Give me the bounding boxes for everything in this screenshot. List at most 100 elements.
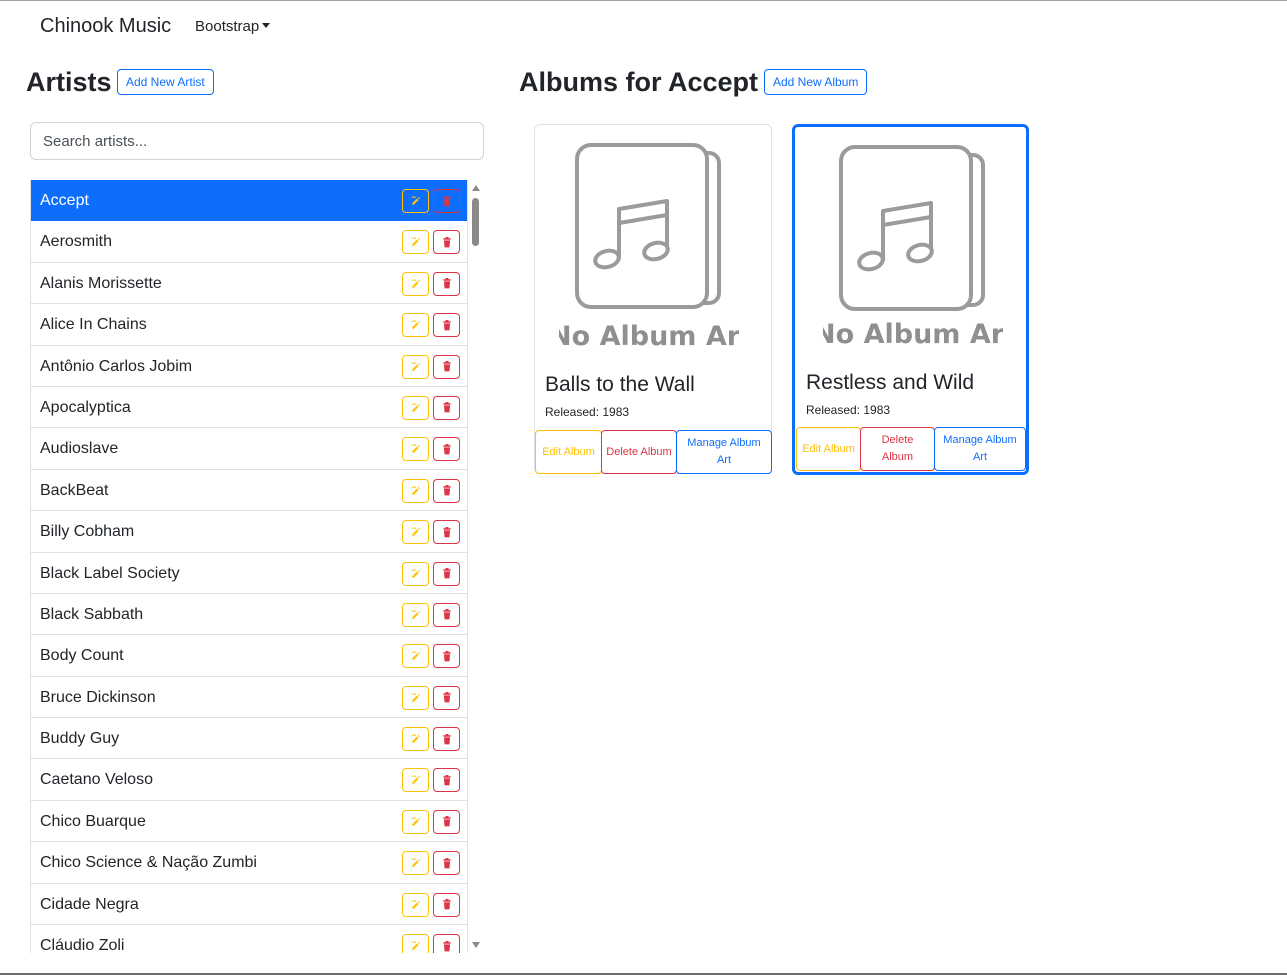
artist-list-item[interactable]: Chico Buarque <box>31 801 467 843</box>
delete-artist-button[interactable] <box>433 934 460 953</box>
edit-artist-button[interactable] <box>402 354 429 379</box>
no-album-art-image: No Album Art <box>823 145 1003 350</box>
trash-icon <box>442 733 452 745</box>
trash-icon <box>442 319 452 331</box>
edit-artist-button[interactable] <box>402 727 429 752</box>
bootstrap-dropdown-label: Bootstrap <box>195 18 260 35</box>
delete-artist-button[interactable] <box>433 354 460 379</box>
edit-artist-button[interactable] <box>402 561 429 586</box>
delete-artist-button[interactable] <box>433 230 460 255</box>
edit-artist-button[interactable] <box>402 768 429 793</box>
artist-name: Audioslave <box>40 440 119 458</box>
edit-artist-button[interactable] <box>402 437 429 462</box>
artist-list-item[interactable]: Alanis Morissette <box>31 263 467 305</box>
edit-artist-button[interactable] <box>402 851 429 876</box>
artist-list-item[interactable]: Antônio Carlos Jobim <box>31 346 467 387</box>
delete-artist-button[interactable] <box>433 727 460 752</box>
edit-artist-button[interactable] <box>402 892 429 917</box>
albums-heading: Albums for Accept <box>519 67 759 97</box>
delete-artist-button[interactable] <box>433 437 460 462</box>
edit-artist-button[interactable] <box>402 602 429 627</box>
artist-list-item[interactable]: Buddy Guy <box>31 718 467 760</box>
delete-artist-button[interactable] <box>433 313 460 338</box>
edit-artist-button[interactable] <box>402 189 429 213</box>
brand-link[interactable]: Chinook Music <box>40 15 171 38</box>
edit-artist-button[interactable] <box>402 685 429 710</box>
artist-list-item[interactable]: Alice In Chains <box>31 304 467 346</box>
album-card-selected[interactable]: No Album Art Restless and Wild Released:… <box>792 124 1029 475</box>
delete-album-button[interactable]: Delete Album <box>601 430 677 474</box>
artist-name: Apocalyptica <box>40 398 131 416</box>
delete-artist-button[interactable] <box>433 644 460 669</box>
trash-icon <box>442 692 452 703</box>
edit-artist-button[interactable] <box>402 520 429 545</box>
delete-artist-button[interactable] <box>433 478 460 503</box>
edit-icon <box>411 527 421 537</box>
edit-artist-button[interactable] <box>402 271 429 296</box>
artist-list-item[interactable]: Body Count <box>31 635 467 677</box>
artist-name: Bruce Dickinson <box>40 688 156 706</box>
artist-list-item[interactable]: Black Label Society <box>31 553 467 594</box>
add-artist-button[interactable]: Add New Artist <box>117 69 214 95</box>
artist-list-item[interactable]: Black Sabbath <box>31 594 467 636</box>
delete-artist-button[interactable] <box>433 809 460 834</box>
trash-icon <box>442 816 452 827</box>
delete-artist-button[interactable] <box>433 892 460 917</box>
manage-album-art-button[interactable]: Manage Album Art <box>676 430 772 474</box>
edit-artist-button[interactable] <box>402 934 429 953</box>
artist-name: Black Label Society <box>40 564 180 582</box>
edit-artist-button[interactable] <box>402 230 429 255</box>
no-album-art-text: No Album Art <box>559 321 739 352</box>
edit-artist-button[interactable] <box>402 478 429 503</box>
artist-list-item[interactable]: BackBeat <box>31 470 467 512</box>
scroll-down-arrow-icon[interactable] <box>472 942 480 948</box>
trash-icon <box>442 609 452 620</box>
scroll-up-arrow-icon[interactable] <box>472 185 480 191</box>
edit-album-button[interactable]: Edit Album <box>796 427 861 471</box>
artist-list-item[interactable]: Caetano Veloso <box>31 759 467 801</box>
add-album-button[interactable]: Add New Album <box>764 69 868 95</box>
delete-artist-button[interactable] <box>433 685 460 710</box>
trash-icon <box>442 857 452 869</box>
delete-album-button[interactable]: Delete Album <box>860 427 935 471</box>
edit-artist-button[interactable] <box>402 313 429 338</box>
delete-artist-button[interactable] <box>433 395 460 420</box>
artist-list-item[interactable]: Aerosmith <box>31 221 467 263</box>
artist-list-item[interactable]: Audioslave <box>31 428 467 470</box>
edit-icon <box>411 734 421 744</box>
no-album-art-image: No Album Art <box>559 143 739 352</box>
artist-list-item-selected[interactable]: Accept <box>31 180 467 222</box>
manage-album-art-button[interactable]: Manage Album Art <box>934 427 1026 471</box>
delete-artist-button[interactable] <box>433 851 460 876</box>
edit-artist-button[interactable] <box>402 809 429 834</box>
artist-name: Body Count <box>40 647 124 665</box>
delete-artist-button[interactable] <box>433 271 460 296</box>
artist-list: Accept Aerosmith Alanis Morissette Alice In… <box>30 180 468 953</box>
artist-name: Alice In Chains <box>40 316 147 334</box>
album-released: Released: 1983 <box>806 403 891 417</box>
artist-list-item[interactable]: Cláudio Zoli <box>31 925 467 953</box>
album-card[interactable]: No Album Art Balls to the Wall Released:… <box>534 124 772 474</box>
artist-list-scrollbar[interactable] <box>468 180 484 953</box>
scrollbar-thumb[interactable] <box>472 198 479 246</box>
delete-artist-button[interactable] <box>433 189 460 213</box>
edit-album-button[interactable]: Edit Album <box>535 430 602 474</box>
artist-list-item[interactable]: Billy Cobham <box>31 511 467 553</box>
artist-search-input[interactable] <box>30 122 484 160</box>
edit-icon <box>411 858 421 868</box>
delete-artist-button[interactable] <box>433 561 460 586</box>
artist-list-item[interactable]: Apocalyptica <box>31 387 467 429</box>
trash-icon <box>442 278 452 289</box>
artist-list-item[interactable]: Bruce Dickinson <box>31 677 467 719</box>
bootstrap-dropdown[interactable]: Bootstrap <box>195 18 271 35</box>
edit-icon <box>411 196 421 206</box>
delete-artist-button[interactable] <box>433 520 460 545</box>
edit-artist-button[interactable] <box>402 644 429 669</box>
artist-list-item[interactable]: Chico Science & Nação Zumbi <box>31 842 467 884</box>
delete-artist-button[interactable] <box>433 602 460 627</box>
edit-icon <box>411 569 421 579</box>
artist-list-item[interactable]: Cidade Negra <box>31 884 467 926</box>
edit-artist-button[interactable] <box>402 395 429 420</box>
delete-artist-button[interactable] <box>433 768 460 793</box>
trash-icon <box>442 402 452 413</box>
